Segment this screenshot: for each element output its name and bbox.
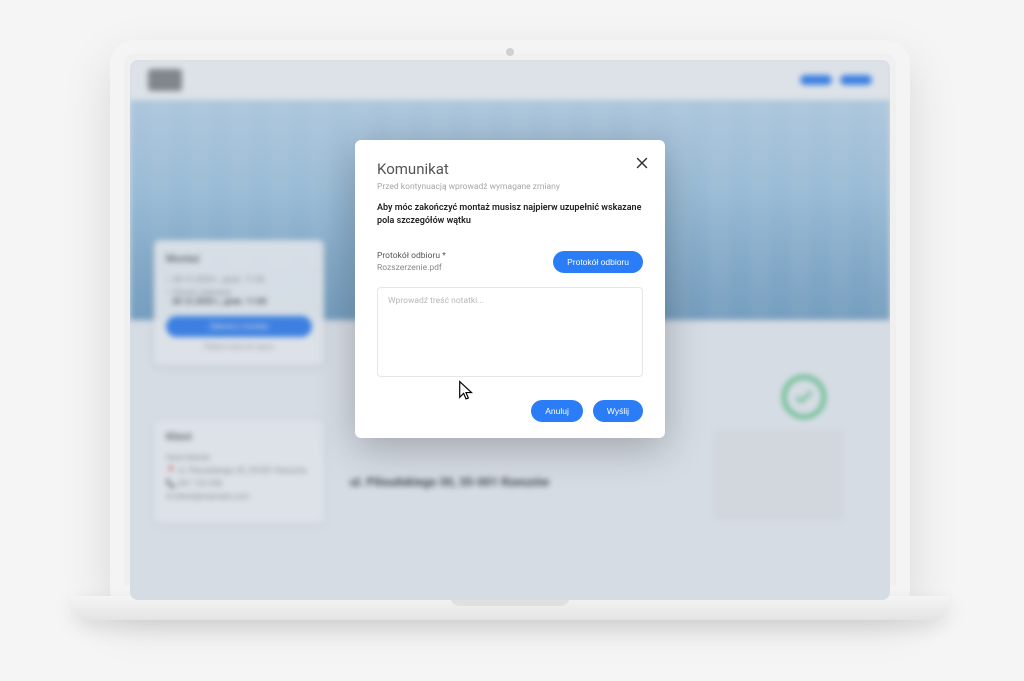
modal-actions: Anuluj Wyślij bbox=[377, 400, 643, 422]
close-icon[interactable] bbox=[633, 154, 651, 172]
protocol-label: Protokół odbioru * bbox=[377, 251, 446, 261]
modal-overlay: Komunikat Przed kontynuacją wprowadź wym… bbox=[130, 60, 890, 600]
laptop-frame: Montaż ○ 28.12.2020 r., godz. 11:00 ○ Te… bbox=[110, 40, 910, 600]
app-screen: Montaż ○ 28.12.2020 r., godz. 11:00 ○ Te… bbox=[130, 60, 890, 600]
laptop-camera bbox=[506, 48, 514, 56]
protocol-row: Protokół odbioru * Rozszerzenie.pdf Prot… bbox=[377, 251, 643, 273]
modal-subtitle: Przed kontynuacją wprowadź wymagane zmia… bbox=[377, 182, 643, 192]
modal-dialog: Komunikat Przed kontynuacją wprowadź wym… bbox=[355, 140, 665, 438]
note-textarea[interactable] bbox=[377, 287, 643, 377]
modal-title: Komunikat bbox=[377, 160, 643, 178]
submit-button[interactable]: Wyślij bbox=[593, 400, 643, 422]
cancel-button[interactable]: Anuluj bbox=[531, 400, 583, 422]
protocol-info: Protokół odbioru * Rozszerzenie.pdf bbox=[377, 251, 446, 273]
protocol-upload-button[interactable]: Protokół odbioru bbox=[553, 251, 643, 273]
modal-message: Aby móc zakończyć montaż musisz najpierw… bbox=[377, 202, 643, 227]
protocol-filename: Rozszerzenie.pdf bbox=[377, 263, 446, 273]
